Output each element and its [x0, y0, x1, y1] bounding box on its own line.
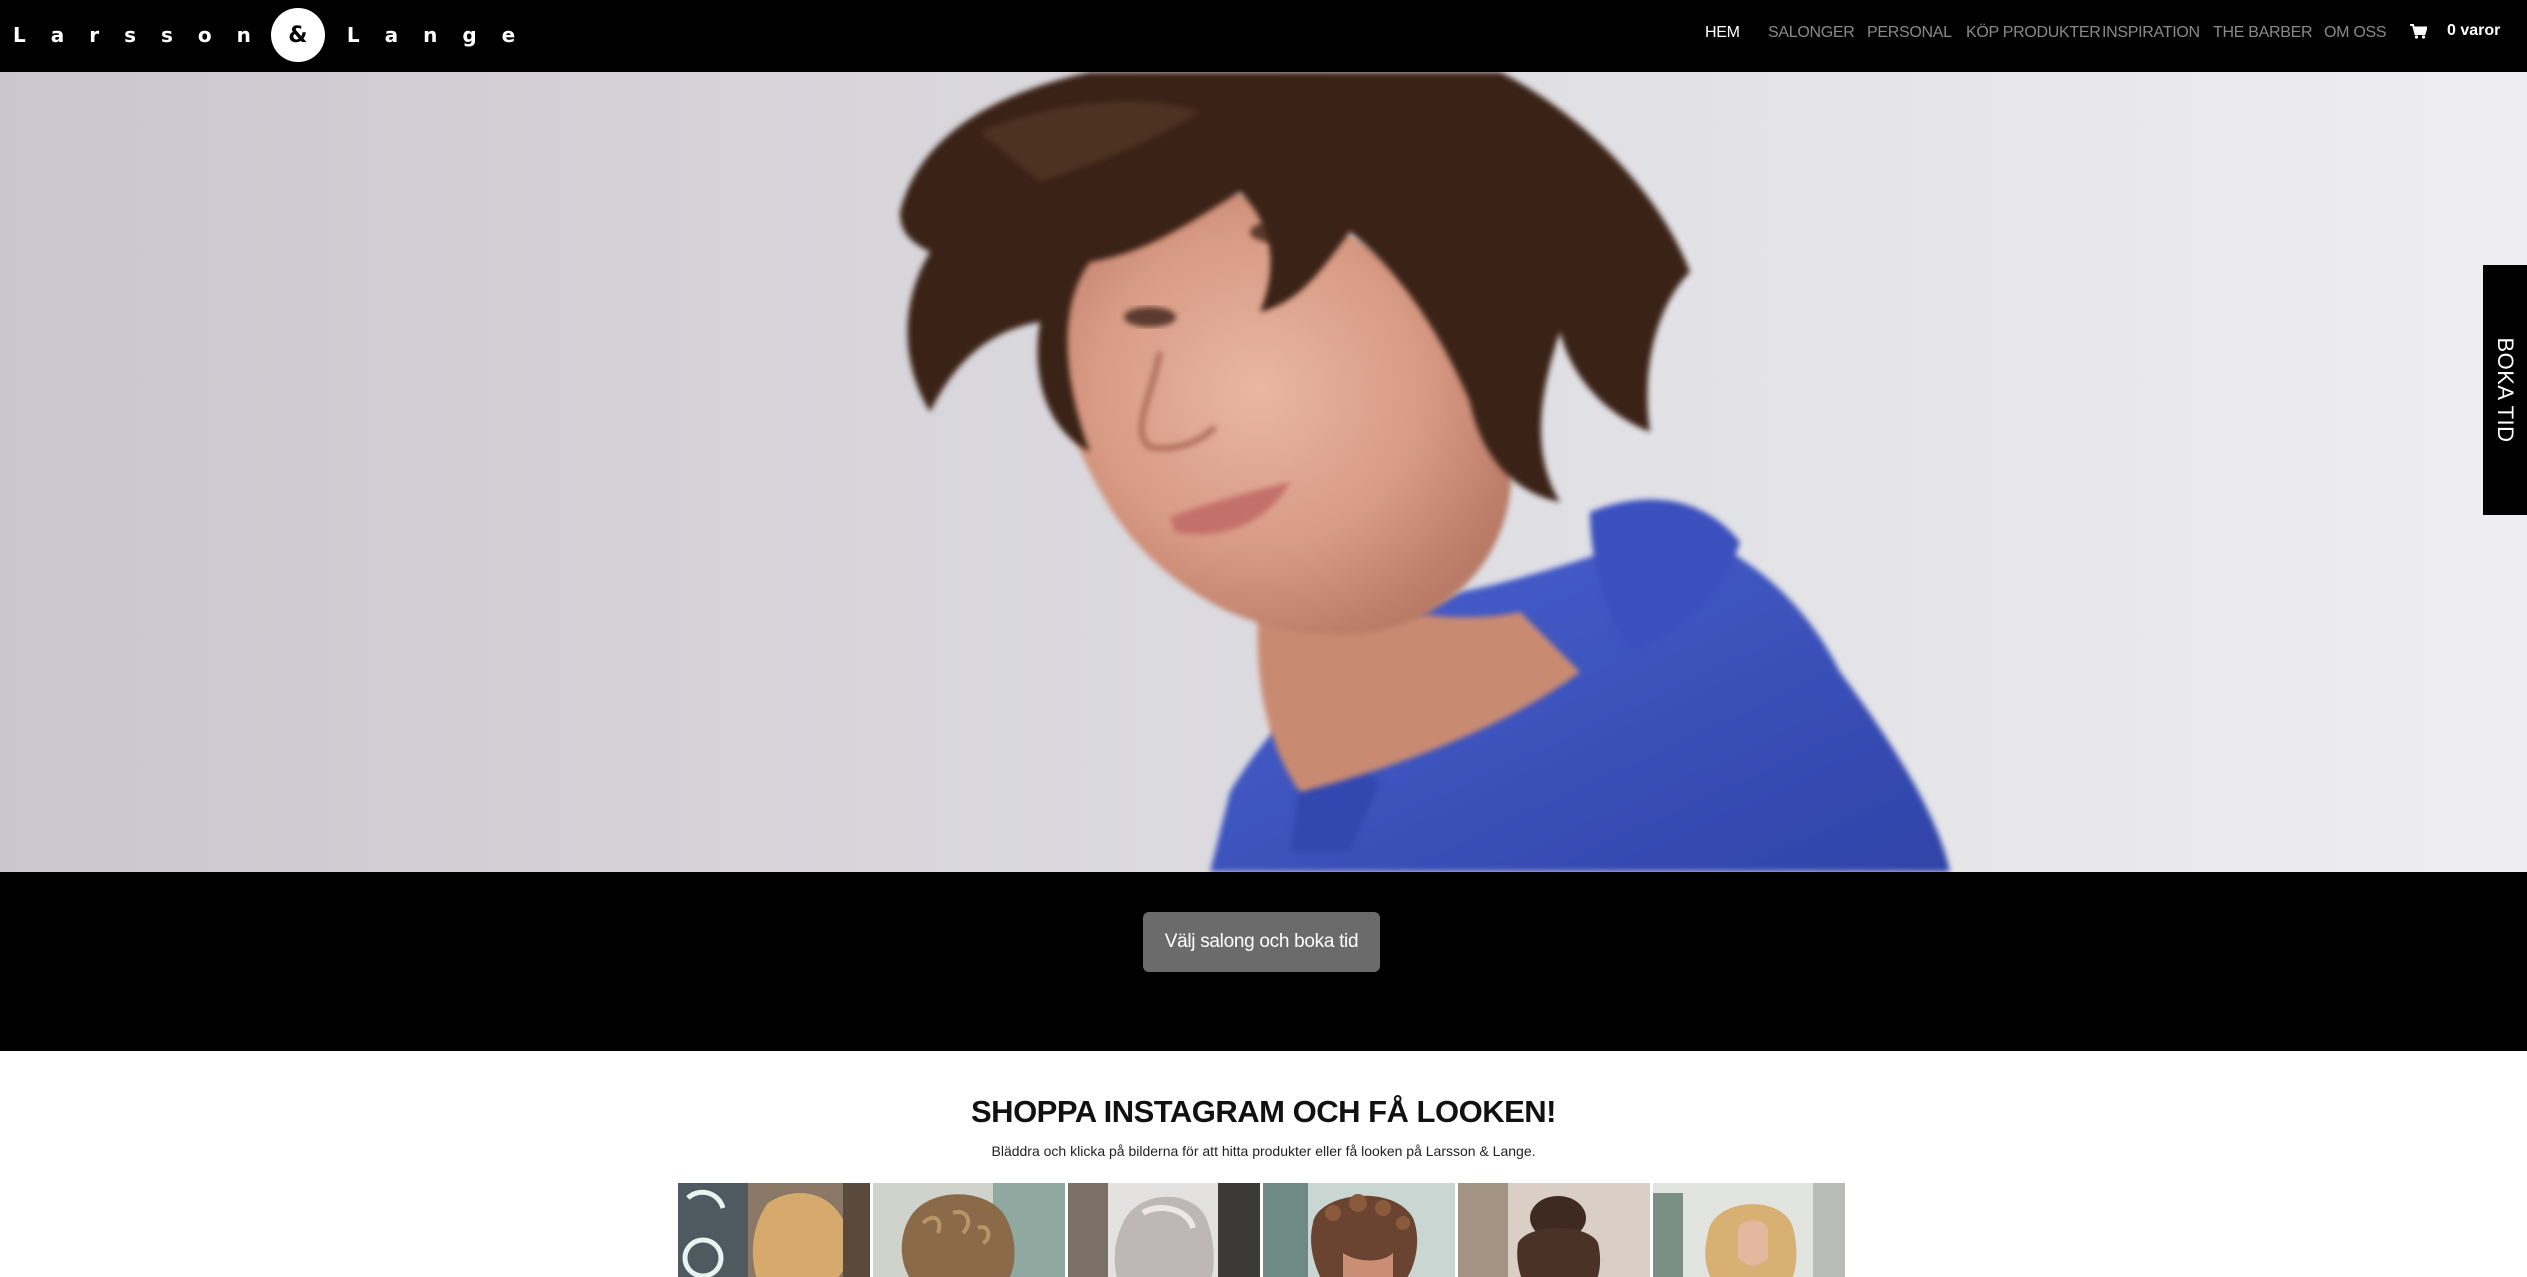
logo-text-left: Larsson — [13, 23, 276, 47]
cart-icon — [2410, 23, 2427, 39]
cart-count-label: 0 varor — [2447, 22, 2501, 39]
instagram-thumbnail[interactable] — [678, 1183, 870, 1277]
logo-ampersand-circle: & — [270, 8, 325, 62]
side-tab-label: BOKA TID — [2493, 337, 2518, 443]
instagram-thumbnail[interactable] — [1263, 1183, 1455, 1277]
instagram-shop-section: SHOPPA INSTAGRAM OCH FÅ LOOKEN! Bläddra … — [0, 1051, 2527, 1277]
nav-item-om-oss[interactable]: OM OSS — [2324, 24, 2387, 42]
nav-item-salonger[interactable]: SALONGER — [1768, 24, 1855, 42]
booking-strip: Välj salong och boka tid — [0, 872, 2527, 1051]
nav-item-kop-produkter[interactable]: KÖP PRODUKTER — [1966, 24, 2101, 42]
hero-banner: BOKA TID — [0, 72, 2527, 872]
instagram-thumbnail[interactable] — [1068, 1183, 1260, 1277]
instagram-section-subtitle: Bläddra och klicka på bilderna för att h… — [991, 1143, 1536, 1159]
nav-item-the-barber[interactable]: THE BARBER — [2213, 24, 2313, 42]
nav-item-hem[interactable]: HEM — [1705, 24, 1740, 42]
cart-button[interactable]: 0 varor — [2410, 22, 2500, 40]
choose-salon-book-button[interactable]: Välj salong och boka tid — [1143, 912, 1380, 972]
instagram-thumbnail[interactable] — [1458, 1183, 1650, 1277]
instagram-thumbnail[interactable] — [873, 1183, 1065, 1277]
nav-item-inspiration[interactable]: INSPIRATION — [2102, 24, 2200, 42]
book-appointment-side-tab[interactable]: BOKA TID — [2483, 265, 2527, 515]
nav-item-personal[interactable]: PERSONAL — [1867, 24, 1952, 42]
brand-logo[interactable]: Larsson & Lange — [13, 8, 540, 62]
instagram-section-title: SHOPPA INSTAGRAM OCH FÅ LOOKEN! — [971, 1094, 1556, 1129]
hero-portrait-image — [900, 72, 1950, 872]
instagram-thumbnail[interactable] — [1653, 1183, 1845, 1277]
logo-text-right: Lange — [346, 23, 541, 47]
top-navbar: Larsson & Lange HEM SALONGER PERSONAL KÖ… — [0, 0, 2527, 72]
instagram-thumbnail-row — [678, 1183, 1845, 1277]
